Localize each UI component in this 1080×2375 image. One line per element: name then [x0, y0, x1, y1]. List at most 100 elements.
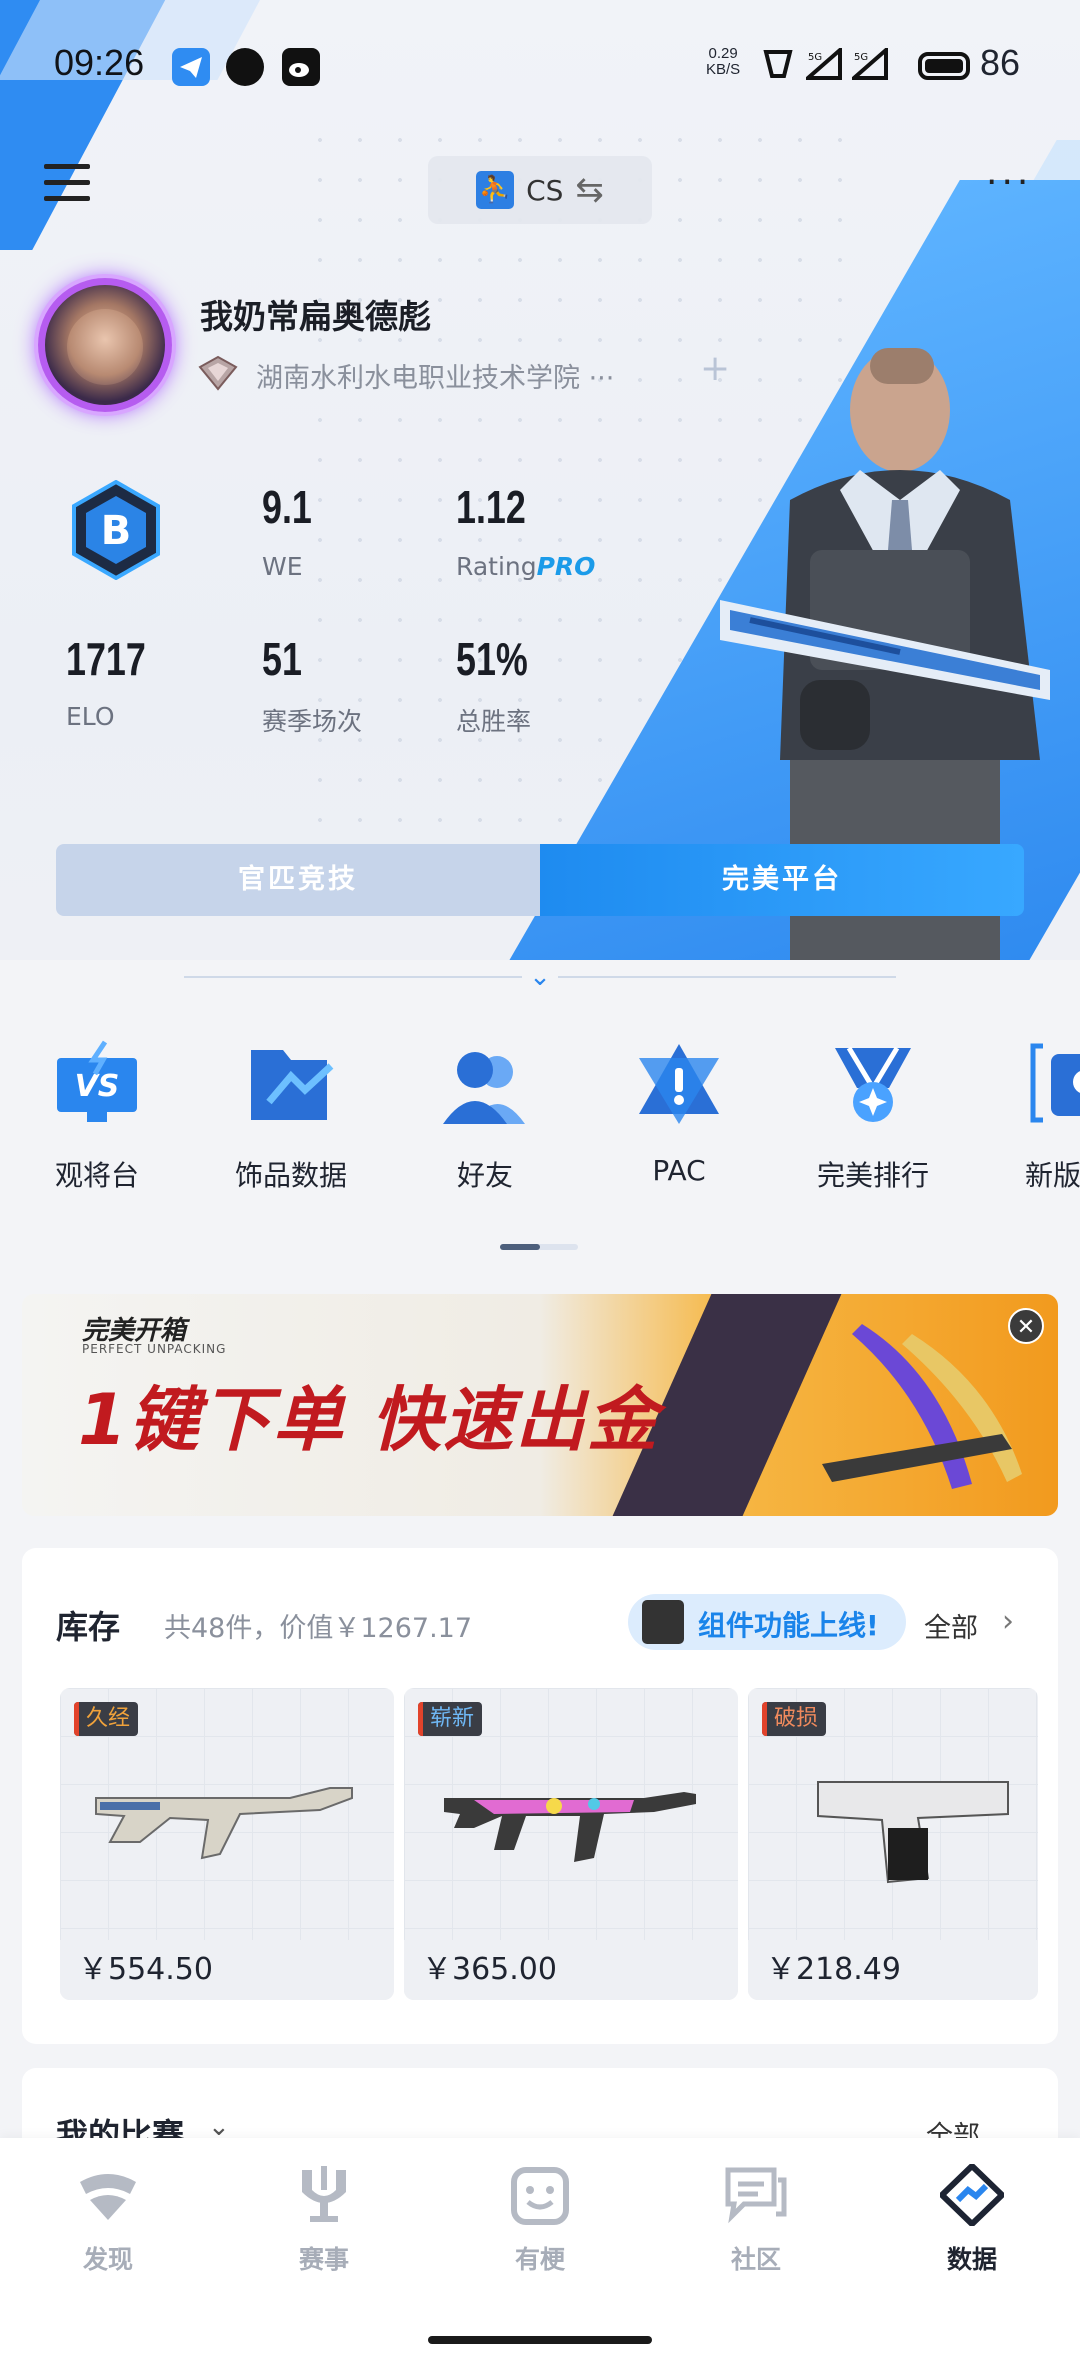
nav-label: 有梗 — [514, 2245, 565, 2274]
widget-icon — [642, 1600, 684, 1644]
nav-data[interactable]: 数据 — [864, 2161, 1080, 2276]
stat-elo-label: ELO — [66, 702, 115, 731]
stat-elo-value: 1717 — [66, 633, 146, 685]
inventory-item[interactable]: 久经 ￥554.50 — [60, 1688, 394, 2000]
svg-text:5G: 5G — [808, 52, 822, 63]
status-time: 09:26 — [54, 42, 145, 83]
avatar[interactable] — [38, 278, 172, 412]
desert-eagle-pistol-image — [817, 1781, 1009, 1884]
shortcut-label: 饰品数据 — [234, 1159, 347, 1192]
medal-icon — [835, 1046, 911, 1122]
chat-bubble-icon — [226, 48, 264, 86]
shortcut-label: 完美排行 — [816, 1159, 929, 1192]
weibo-icon — [282, 48, 320, 86]
shortcut-item[interactable]: VS 观将台 — [0, 1040, 194, 1194]
matches-card: 我的比赛 ⌄ 全部 — [22, 2068, 1058, 2148]
tab-official-match[interactable]: 官匹竞技 — [56, 844, 540, 916]
nav-community[interactable]: 社区 — [648, 2164, 864, 2276]
wear-tag-label: 久经 — [86, 1706, 131, 1731]
wear-tag: 崭新 — [418, 1702, 483, 1736]
inventory-summary: 共48件，价值￥1267.17 — [164, 1613, 473, 1644]
signal-5g-icon: 5G — [806, 48, 842, 80]
wear-tag-label: 崭新 — [430, 1706, 475, 1731]
svg-text:5G: 5G — [854, 52, 868, 63]
m4a4-rifle-image — [444, 1792, 696, 1862]
home-indicator[interactable] — [428, 2336, 652, 2344]
wear-tag: 久经 — [74, 1702, 139, 1736]
shortcut-label: 新版本 — [1024, 1159, 1080, 1192]
shortcut-item[interactable]: 完美排行 — [776, 1040, 970, 1194]
shortcut-item[interactable]: 好友 — [388, 1040, 582, 1194]
knife-illustration — [822, 1324, 1022, 1489]
close-icon[interactable]: ✕ — [1008, 1308, 1044, 1344]
battery-icon — [918, 52, 970, 80]
item-price: ￥554.50 — [60, 1940, 394, 2000]
shortcut-pager — [500, 1244, 578, 1250]
profile-header: 09:26 0.29 KB/S 5G 5G 86 ⛹ CS ⇆ ··· 我奶常扁… — [0, 0, 1080, 960]
inventory-item[interactable]: 崭新 ￥365.00 — [404, 1688, 738, 2000]
shortcut-item[interactable]: PAC — [582, 1040, 776, 1187]
inventory-title: 库存 — [56, 1608, 121, 1646]
banner-brand-sub: PERFECT UNPACKING — [82, 1342, 227, 1356]
menu-icon[interactable] — [44, 164, 90, 204]
stat-we-label: WE — [262, 552, 303, 581]
inventory-card: 库存 共48件，价值￥1267.17 组件功能上线! 全部 › 久经 ￥554.… — [22, 1548, 1058, 2044]
nav-label: 数据 — [946, 2245, 997, 2274]
friends-icon — [443, 1052, 525, 1124]
discover-icon — [80, 2174, 136, 2220]
school-name[interactable]: 湖南水利水电职业技术学院 ··· — [256, 356, 614, 395]
shortcut-item[interactable]: 新版本 — [970, 1040, 1080, 1194]
nav-discover[interactable]: 发现 — [0, 2164, 216, 2276]
data-icon — [937, 2161, 1007, 2229]
stat-rating-label: RatingPRO — [456, 552, 595, 581]
shortcut-label: 观将台 — [54, 1159, 139, 1192]
status-bar: 09:26 0.29 KB/S 5G 5G 86 — [0, 40, 1080, 90]
rank-badge-icon: B — [72, 480, 160, 580]
rating-pro-text: PRO — [536, 552, 596, 581]
ak47-rifle-image — [95, 1787, 353, 1860]
swap-icon: ⇆ — [575, 170, 604, 210]
wear-tag-label: 破损 — [774, 1706, 819, 1731]
shortcut-item[interactable]: 饰品数据 — [194, 1040, 388, 1194]
more-icon[interactable]: ··· — [986, 165, 1032, 201]
nav-events[interactable]: 赛事 — [216, 2164, 432, 2276]
nfc-icon — [763, 50, 793, 78]
folder-chart-icon — [251, 1050, 334, 1120]
inventory-all-link[interactable]: 全部 — [924, 1606, 978, 1645]
smile-icon — [511, 2167, 569, 2225]
nav-label: 赛事 — [298, 2245, 349, 2274]
game-name: CS — [526, 173, 564, 207]
net-speed: 0.29 KB/S — [706, 46, 740, 78]
stat-rating-value: 1.12 — [456, 481, 526, 533]
new-version-icon — [1030, 1043, 1080, 1123]
game-switcher[interactable]: ⛹ CS ⇆ — [428, 156, 652, 224]
wear-tag: 破损 — [762, 1702, 827, 1736]
school-badge-icon — [198, 355, 238, 391]
nav-memes[interactable]: 有梗 — [432, 2164, 648, 2276]
promo-banner[interactable]: 完美开箱 PERFECT UNPACKING 1键下单 快速出金 ✕ — [22, 1294, 1058, 1516]
widget-promo-text: 组件功能上线! — [698, 1609, 879, 1642]
net-speed-value: 0.29 — [708, 45, 738, 62]
rating-text: Rating — [456, 552, 537, 581]
banner-title: 1键下单 快速出金 — [78, 1379, 660, 1461]
stat-we-value: 9.1 — [262, 481, 312, 533]
shortcut-label: PAC — [652, 1154, 706, 1187]
nickname: 我奶常扁奥德彪 — [200, 297, 431, 336]
nav-label: 社区 — [730, 2245, 781, 2274]
tab-perfect-platform[interactable]: 完美平台 — [540, 844, 1024, 916]
stat-matches-label: 赛季场次 — [262, 707, 363, 736]
widget-promo[interactable]: 组件功能上线! — [628, 1594, 906, 1650]
shortcut-row: VS 观将台 饰品数据 好友 PAC 完美排行 新版 — [0, 1040, 1080, 1220]
nav-label: 发现 — [82, 2245, 133, 2274]
trophy-icon — [302, 2166, 346, 2222]
item-price: ￥218.49 — [748, 1940, 1038, 2000]
chevron-down-icon[interactable]: ⌄ — [522, 960, 558, 996]
mode-tabs: 官匹竞技 完美平台 — [56, 844, 1024, 916]
stat-winrate-label: 总胜率 — [456, 707, 532, 736]
cs-logo-icon: ⛹ — [476, 171, 515, 209]
inventory-item[interactable]: 破损 ￥218.49 — [748, 1688, 1038, 2000]
stat-matches-value: 51 — [262, 633, 302, 685]
item-price: ￥365.00 — [404, 1940, 738, 2000]
chevron-right-icon[interactable]: › — [1002, 1604, 1014, 1639]
community-icon — [725, 2167, 787, 2224]
